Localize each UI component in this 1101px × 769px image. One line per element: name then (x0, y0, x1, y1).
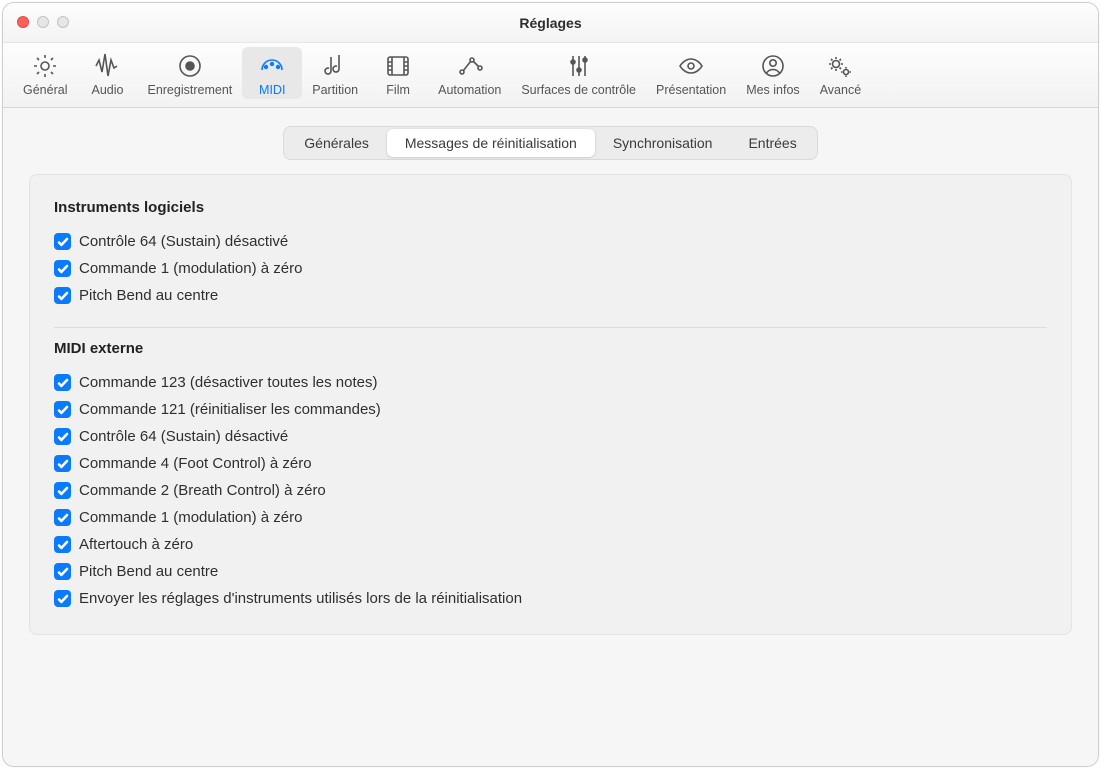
window-minimize-button[interactable] (37, 16, 49, 28)
toolbar-item-g-n-ral[interactable]: Général (13, 47, 77, 99)
waveform-icon (93, 51, 121, 81)
section-title: Instruments logiciels (54, 199, 1047, 216)
gear-icon (31, 51, 59, 81)
toolbar-item-label: Surfaces de contrôle (521, 83, 636, 97)
score-icon (321, 51, 349, 81)
checkbox-label: Aftertouch à zéro (79, 536, 193, 553)
toolbar-item-label: Mes infos (746, 83, 800, 97)
checkbox[interactable] (54, 374, 71, 391)
toolbar-item-label: Enregistrement (147, 83, 232, 97)
tab-g-n-rales[interactable]: Générales (286, 129, 387, 157)
checkbox-label: Commande 1 (modulation) à zéro (79, 509, 302, 526)
checkbox-label: Pitch Bend au centre (79, 563, 218, 580)
checkbox-label: Commande 4 (Foot Control) à zéro (79, 455, 312, 472)
checkbox-row: Contrôle 64 (Sustain) désactivé (54, 423, 1047, 450)
toolbar-item-partition[interactable]: Partition (302, 47, 368, 99)
toolbar-item-label: Avancé (820, 83, 861, 97)
automation-icon (456, 51, 484, 81)
toolbar-item-surfaces-de-contr-le[interactable]: Surfaces de contrôle (511, 47, 646, 99)
toolbar-item-film[interactable]: Film (368, 47, 428, 99)
checkbox-row: Aftertouch à zéro (54, 531, 1047, 558)
toolbar-item-label: Film (386, 83, 410, 97)
traffic-lights (17, 16, 69, 28)
checkbox[interactable] (54, 536, 71, 553)
toolbar-item-automation[interactable]: Automation (428, 47, 511, 99)
segmented-control: GénéralesMessages de réinitialisationSyn… (283, 126, 817, 160)
checkbox-row: Pitch Bend au centre (54, 558, 1047, 585)
checkbox[interactable] (54, 482, 71, 499)
checkbox[interactable] (54, 233, 71, 250)
toolbar-item-midi[interactable]: MIDI (242, 47, 302, 99)
checkbox-row: Commande 2 (Breath Control) à zéro (54, 477, 1047, 504)
toolbar-item-audio[interactable]: Audio (77, 47, 137, 99)
user-icon (759, 51, 787, 81)
checkbox-label: Commande 2 (Breath Control) à zéro (79, 482, 326, 499)
checkbox[interactable] (54, 509, 71, 526)
checkbox-label: Contrôle 64 (Sustain) désactivé (79, 233, 288, 250)
eye-icon (677, 51, 705, 81)
subnav: GénéralesMessages de réinitialisationSyn… (29, 126, 1072, 160)
checkbox[interactable] (54, 260, 71, 277)
toolbar-item-label: Présentation (656, 83, 726, 97)
settings-panel: Instruments logiciels Contrôle 64 (Sustai… (29, 174, 1072, 635)
toolbar-item-label: Audio (91, 83, 123, 97)
checkbox-label: Commande 123 (désactiver toutes les note… (79, 374, 377, 391)
toolbar-item-mes-infos[interactable]: Mes infos (736, 47, 810, 99)
film-icon (384, 51, 412, 81)
section-title: MIDI externe (54, 340, 1047, 357)
tab-messages-de-r-initialisation[interactable]: Messages de réinitialisation (387, 129, 595, 157)
toolbar-item-label: Partition (312, 83, 358, 97)
toolbar-item-avanc-[interactable]: Avancé (810, 47, 871, 99)
checkbox-label: Commande 121 (réinitialiser les commande… (79, 401, 381, 418)
checkbox[interactable] (54, 455, 71, 472)
tab-entr-es[interactable]: Entrées (730, 129, 814, 157)
checkbox-label: Contrôle 64 (Sustain) désactivé (79, 428, 288, 445)
checkbox[interactable] (54, 590, 71, 607)
toolbar-item-enregistrement[interactable]: Enregistrement (137, 47, 242, 99)
checkbox-label: Commande 1 (modulation) à zéro (79, 260, 302, 277)
titlebar: Réglages (3, 3, 1098, 43)
toolbar-item-label: Général (23, 83, 67, 97)
checkbox-row: Commande 1 (modulation) à zéro (54, 504, 1047, 531)
checkbox[interactable] (54, 428, 71, 445)
checkbox-label: Envoyer les réglages d'instruments utili… (79, 590, 522, 607)
checkbox-row: Envoyer les réglages d'instruments utili… (54, 585, 1047, 612)
content-area: GénéralesMessages de réinitialisationSyn… (3, 108, 1098, 766)
sliders-icon (565, 51, 593, 81)
midi-icon (258, 51, 286, 81)
checkbox-row: Commande 1 (modulation) à zéro (54, 255, 1047, 282)
checkbox-row: Contrôle 64 (Sustain) désactivé (54, 228, 1047, 255)
gears-icon (826, 51, 854, 81)
checkbox-row: Commande 121 (réinitialiser les commande… (54, 396, 1047, 423)
checkbox[interactable] (54, 287, 71, 304)
window-title: Réglages (519, 15, 581, 31)
checkbox[interactable] (54, 401, 71, 418)
section-divider (54, 327, 1047, 328)
toolbar-item-label: Automation (438, 83, 501, 97)
checkbox-row: Pitch Bend au centre (54, 282, 1047, 309)
checkbox-label: Pitch Bend au centre (79, 287, 218, 304)
checkbox[interactable] (54, 563, 71, 580)
record-icon (176, 51, 204, 81)
checkbox-row: Commande 4 (Foot Control) à zéro (54, 450, 1047, 477)
toolbar: Général Audio Enregistrement MIDI Partition F… (3, 43, 1098, 108)
settings-window: Réglages Général Audio Enregistrement MIDI P… (2, 2, 1099, 767)
tab-synchronisation[interactable]: Synchronisation (595, 129, 731, 157)
window-close-button[interactable] (17, 16, 29, 28)
toolbar-item-label: MIDI (259, 83, 285, 97)
checkbox-row: Commande 123 (désactiver toutes les note… (54, 369, 1047, 396)
toolbar-item-pr-sentation[interactable]: Présentation (646, 47, 736, 99)
window-zoom-button[interactable] (57, 16, 69, 28)
